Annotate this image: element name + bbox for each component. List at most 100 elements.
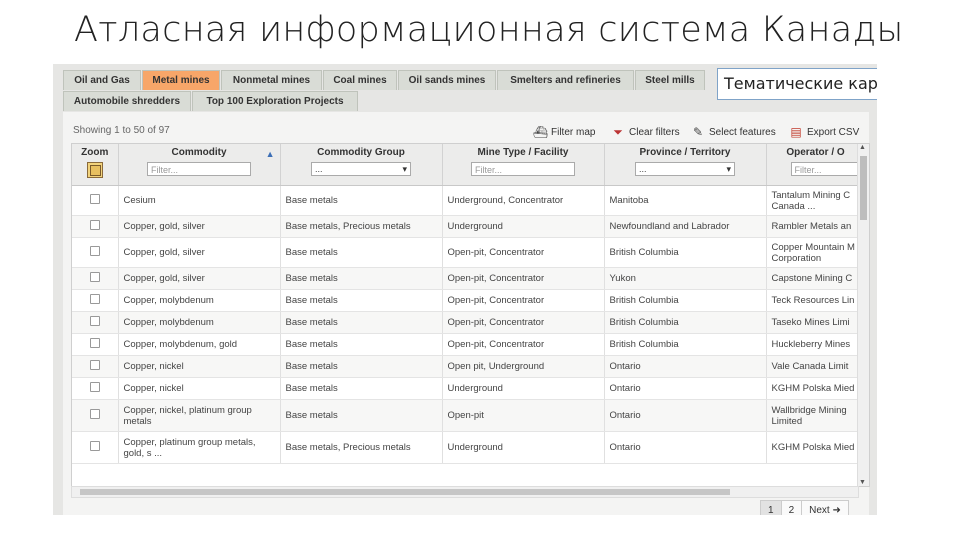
vertical-scroll-thumb[interactable] <box>860 156 867 220</box>
select-features-button[interactable]: ✎ Select features <box>691 125 776 139</box>
mine-type-cell: Underground, Concentrator <box>442 185 605 216</box>
row-select-cell <box>72 399 119 432</box>
table-row[interactable]: Copper, nickel, platinum group metals Ba… <box>72 399 865 432</box>
commodity-group-cell: Base metals <box>280 377 443 400</box>
table-row[interactable]: Cesium Base metals Underground, Concentr… <box>72 185 865 216</box>
operator-header-label: Operator / O <box>786 147 845 158</box>
vertical-scrollbar[interactable]: ▲ ▼ <box>857 144 869 486</box>
operator-filter-input[interactable]: Filter... <box>790 162 861 176</box>
row-checkbox[interactable] <box>89 194 100 204</box>
row-select-cell <box>72 377 119 400</box>
mine-type-column-header[interactable]: Mine Type / Facility Filter... <box>442 144 605 186</box>
mine-type-filter-input[interactable]: Filter... <box>471 162 575 176</box>
row-checkbox[interactable] <box>89 272 100 282</box>
province-column-header[interactable]: Province / Territory ... <box>604 144 767 186</box>
mine-type-cell: Open-pit <box>442 399 605 432</box>
tab-smelters-and-refineries[interactable]: Smelters and refineries <box>497 70 634 90</box>
table-row[interactable]: Copper, nickel Base metals Underground O… <box>72 377 865 400</box>
page-2-button[interactable]: 2 <box>780 500 803 515</box>
table-row[interactable]: Copper, molybdenum, gold Base metals Ope… <box>72 333 865 356</box>
row-checkbox[interactable] <box>89 316 100 326</box>
province-select[interactable]: ... <box>635 162 735 176</box>
commodity-cell: Copper, molybdenum, gold <box>118 333 281 356</box>
row-checkbox[interactable] <box>89 338 100 348</box>
commodity-cell: Copper, gold, silver <box>118 237 281 268</box>
next-page-button[interactable]: Next ➜ <box>801 500 849 515</box>
tab-automobile-shredders[interactable]: Automobile shredders <box>63 91 191 111</box>
sort-ascending-icon[interactable]: ▲ <box>266 149 275 159</box>
filter-map-label: Filter map <box>551 126 596 138</box>
province-cell: Ontario <box>604 431 767 464</box>
commodity-cell: Copper, molybdenum <box>118 311 281 334</box>
mine-type-cell: Underground <box>442 431 605 464</box>
table-row[interactable]: Copper, gold, silver Base metals, Precio… <box>72 215 865 238</box>
export-csv-button[interactable]: ▤ Export CSV <box>789 125 859 139</box>
commodity-group-column-header[interactable]: Commodity Group ... <box>280 144 443 186</box>
province-cell: British Columbia <box>604 333 767 356</box>
horizontal-scroll-thumb[interactable] <box>80 489 730 495</box>
table-row[interactable]: Copper, gold, silver Base metals Open-pi… <box>72 267 865 290</box>
commodity-group-header-label: Commodity Group <box>317 147 405 158</box>
row-checkbox[interactable] <box>89 360 100 370</box>
clear-filters-button[interactable]: ⏷ Clear filters <box>611 125 679 140</box>
commodity-column-header[interactable]: Commodity ▲ Filter... <box>118 144 281 186</box>
tab-oil-sands-mines[interactable]: Oil sands mines <box>398 70 496 90</box>
row-checkbox[interactable] <box>89 220 100 230</box>
select-features-icon: ✎ <box>692 125 704 139</box>
row-checkbox[interactable] <box>89 382 100 392</box>
table-row[interactable]: Copper, molybdenum Base metals Open-pit,… <box>72 311 865 334</box>
tab-top-100-exploration-projects[interactable]: Top 100 Exploration Projects <box>192 91 358 111</box>
tab-coal-mines[interactable]: Coal mines <box>323 70 397 90</box>
row-select-cell <box>72 333 119 356</box>
table-row[interactable]: Copper, gold, silver Base metals Open-pi… <box>72 237 865 268</box>
province-cell: Ontario <box>604 399 767 432</box>
page-1-button[interactable]: 1 <box>760 500 782 515</box>
commodity-cell: Copper, platinum group metals, gold, s .… <box>118 431 281 464</box>
row-checkbox[interactable] <box>89 246 100 256</box>
row-checkbox[interactable] <box>89 294 100 304</box>
scroll-down-icon[interactable]: ▼ <box>859 479 866 486</box>
table-row[interactable]: Copper, nickel Base metals Open pit, Und… <box>72 355 865 378</box>
zoom-map-icon[interactable] <box>86 162 103 178</box>
app-screenshot: Oil and Gas Metal mines Nonmetal mines C… <box>53 64 877 515</box>
row-select-cell <box>72 431 119 464</box>
operator-cell: Tantalum Mining C Canada ... <box>766 185 865 216</box>
operator-column-header[interactable]: Operator / O Filter... <box>766 144 865 186</box>
province-cell: British Columbia <box>604 237 767 268</box>
province-cell: British Columbia <box>604 311 767 334</box>
commodity-header-label: Commodity <box>171 147 227 158</box>
commodity-group-select[interactable]: ... <box>311 162 411 176</box>
tab-metal-mines[interactable]: Metal mines <box>142 70 220 90</box>
mine-type-cell: Open-pit, Concentrator <box>442 333 605 356</box>
tab-steel-mills[interactable]: Steel mills <box>635 70 705 90</box>
scroll-up-icon[interactable]: ▲ <box>859 144 866 151</box>
commodity-group-cell: Base metals <box>280 333 443 356</box>
zoom-header-label: Zoom <box>81 147 109 158</box>
commodity-cell: Copper, nickel <box>118 355 281 378</box>
province-cell: British Columbia <box>604 289 767 312</box>
row-checkbox[interactable] <box>89 409 100 419</box>
commodity-cell: Copper, nickel, platinum group metals <box>118 399 281 432</box>
row-select-cell <box>72 355 119 378</box>
table-row[interactable]: Copper, platinum group metals, gold, s .… <box>72 431 865 464</box>
tab-oil-and-gas[interactable]: Oil and Gas <box>63 70 141 90</box>
mine-type-cell: Open-pit, Concentrator <box>442 311 605 334</box>
commodity-filter-input[interactable]: Filter... <box>147 162 251 176</box>
commodity-group-cell: Base metals <box>280 185 443 216</box>
callout-label: Тематические карты <box>717 68 877 100</box>
row-checkbox[interactable] <box>89 441 100 451</box>
pagination: 1 2 Next ➜ <box>760 500 849 515</box>
province-header-label: Province / Territory <box>639 147 731 158</box>
operator-cell: Capstone Mining C <box>766 267 865 290</box>
operator-cell: Vale Canada Limit <box>766 355 865 378</box>
tab-nonmetal-mines[interactable]: Nonmetal mines <box>221 70 322 90</box>
operator-cell: KGHM Polska Mied <box>766 431 865 464</box>
commodity-group-cell: Base metals, Precious metals <box>280 431 443 464</box>
filter-map-button[interactable]: ⛴ Filter map <box>533 125 595 139</box>
horizontal-scrollbar[interactable] <box>71 486 859 498</box>
commodity-group-cell: Base metals <box>280 267 443 290</box>
row-select-cell <box>72 185 119 216</box>
commodity-group-cell: Base metals <box>280 399 443 432</box>
row-select-cell <box>72 215 119 238</box>
table-row[interactable]: Copper, molybdenum Base metals Open-pit,… <box>72 289 865 312</box>
